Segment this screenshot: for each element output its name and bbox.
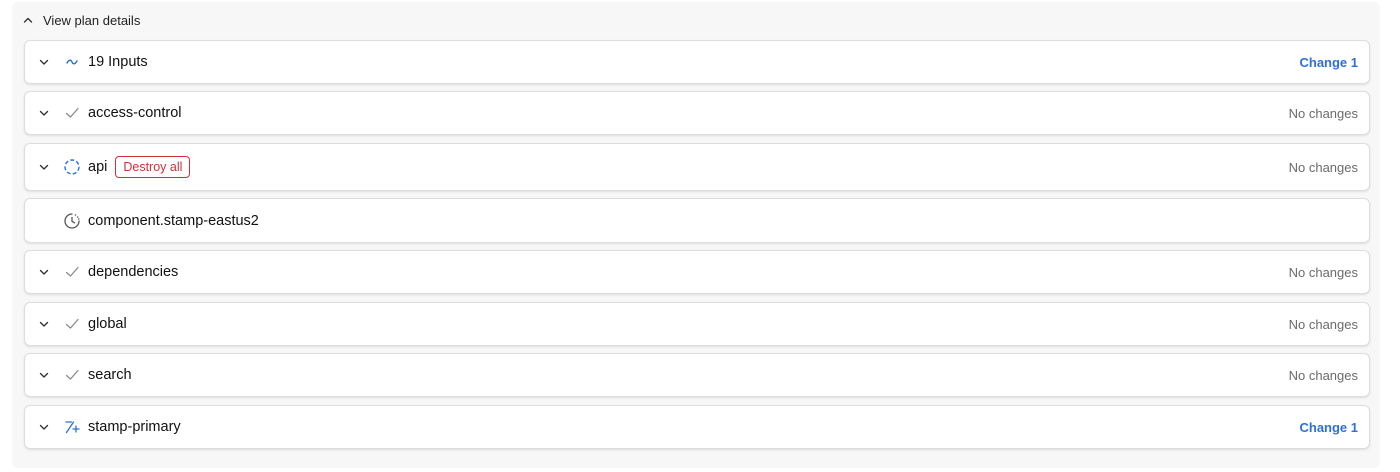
row-name: dependencies <box>88 264 179 280</box>
row-label: search <box>88 367 132 383</box>
row-name: search <box>88 367 132 383</box>
status-text: No changes <box>1288 105 1358 121</box>
plan-row-component-stamp-eastus2[interactable]: component.stamp-eastus2 <box>24 198 1370 243</box>
plan-details-panel: View plan details 19 Inputs Change 1 acc… <box>12 2 1380 468</box>
chevron-down-icon[interactable] <box>37 160 51 174</box>
plan-row-dependencies[interactable]: dependencies No changes <box>24 250 1370 294</box>
change-count-link[interactable]: Change 1 <box>1299 420 1358 435</box>
status-text: No changes <box>1288 159 1358 175</box>
row-label: 19 Inputs <box>88 54 148 70</box>
chevron-down-icon[interactable] <box>37 317 51 331</box>
chevron-down-icon[interactable] <box>37 55 51 69</box>
plan-row-stamp-primary[interactable]: stamp-primary Change 1 <box>24 405 1370 449</box>
row-name: component.stamp-eastus2 <box>88 212 259 229</box>
status-text: No changes <box>1288 264 1358 280</box>
plan-row-inputs[interactable]: 19 Inputs Change 1 <box>24 40 1370 84</box>
chevron-down-icon[interactable] <box>37 368 51 382</box>
check-icon <box>63 315 81 333</box>
check-icon <box>63 366 81 384</box>
row-label: component.stamp-eastus2 <box>88 213 259 229</box>
row-name: api <box>88 159 108 175</box>
row-label: dependencies <box>88 264 178 280</box>
plan-row-api[interactable]: api Destroy all No changes <box>24 143 1370 191</box>
row-label: stamp-primary <box>88 419 181 435</box>
check-icon <box>63 263 81 281</box>
chevron-down-icon[interactable] <box>37 265 51 279</box>
change-count-link[interactable]: Change 1 <box>1299 55 1358 70</box>
chevron-down-icon[interactable] <box>37 106 51 120</box>
row-name: 19 Inputs <box>88 54 148 70</box>
status-text: No changes <box>1288 367 1358 383</box>
plan-row-access-control[interactable]: access-control No changes <box>24 91 1370 135</box>
loading-spinner-icon <box>63 158 81 176</box>
row-name: access-control <box>88 105 182 121</box>
view-plan-details-toggle[interactable]: View plan details <box>22 8 140 32</box>
row-label: access-control <box>88 105 181 121</box>
chevron-up-icon <box>22 14 34 26</box>
view-plan-details-label: View plan details <box>43 12 141 28</box>
diff-icon <box>63 418 81 436</box>
row-label: api Destroy all <box>88 156 191 178</box>
row-name: global <box>88 316 127 332</box>
row-label: global <box>88 316 127 332</box>
check-icon <box>63 104 81 122</box>
row-name: stamp-primary <box>88 419 181 435</box>
plan-row-search[interactable]: search No changes <box>24 353 1370 397</box>
tilde-icon <box>63 53 81 71</box>
chevron-down-icon[interactable] <box>37 420 51 434</box>
destroy-all-badge: Destroy all <box>115 156 191 178</box>
plan-row-global[interactable]: global No changes <box>24 302 1370 346</box>
status-text: No changes <box>1288 316 1358 332</box>
clock-icon <box>63 212 81 230</box>
